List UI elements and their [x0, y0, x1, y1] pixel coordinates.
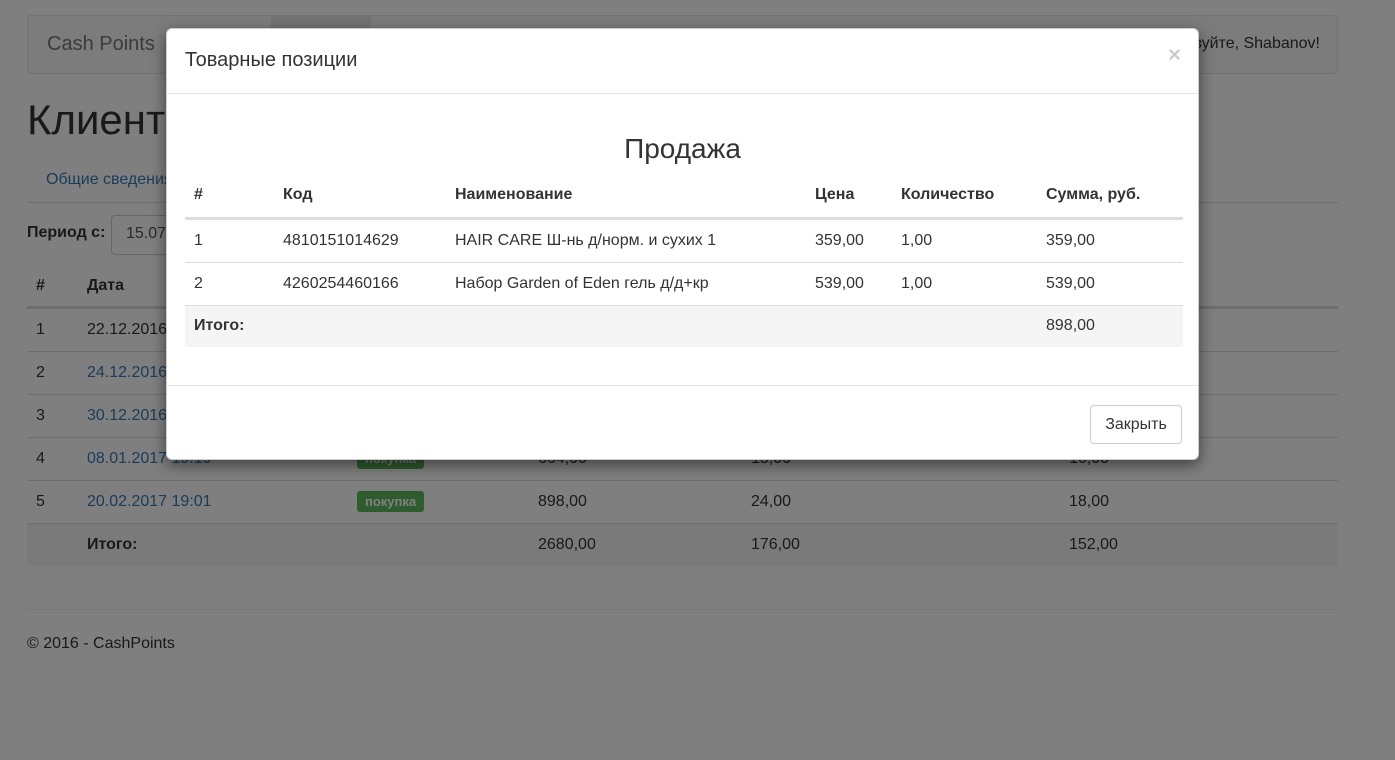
item-sum: 359,00 — [1046, 232, 1095, 249]
items-total-sum: 898,00 — [1046, 317, 1095, 334]
item-num: 1 — [194, 232, 203, 249]
header-name: Наименование — [455, 186, 573, 203]
items-modal: Товарные позиции × Продажа # Код Наимено… — [166, 28, 1199, 460]
item-code: 4260254460166 — [283, 275, 399, 292]
table-row: 1 4810151014629 HAIR CARE Ш-нь д/норм. и… — [185, 219, 1183, 262]
items-table: # Код Наименование Цена Количество Сумма… — [185, 175, 1183, 347]
item-code: 4810151014629 — [283, 232, 399, 249]
item-num: 2 — [194, 275, 203, 292]
header-sum: Сумма, руб. — [1046, 186, 1141, 203]
item-price: 359,00 — [815, 232, 864, 249]
sale-heading: Продажа — [624, 133, 741, 164]
item-qty: 1,00 — [901, 275, 933, 292]
modal-title: Товарные позиции — [185, 49, 358, 71]
modal-header: Товарные позиции × — [167, 29, 1198, 94]
items-total-label: Итого: — [194, 317, 245, 334]
items-total-row: Итого: 898,00 — [185, 305, 1183, 347]
item-sum: 539,00 — [1046, 275, 1095, 292]
close-icon[interactable]: × — [1168, 42, 1181, 68]
header-code: Код — [283, 186, 313, 203]
item-name: HAIR CARE Ш-нь д/норм. и сухих 1 — [455, 232, 717, 249]
item-name: Набор Garden of Eden гель д/д+кр — [455, 275, 709, 292]
item-price: 539,00 — [815, 275, 864, 292]
header-num: # — [194, 186, 203, 203]
header-price: Цена — [815, 186, 855, 203]
items-header-row: # Код Наименование Цена Количество Сумма… — [185, 175, 1183, 219]
item-qty: 1,00 — [901, 232, 933, 249]
close-button[interactable]: Закрыть — [1090, 405, 1182, 444]
table-row: 2 4260254460166 Набор Garden of Eden гел… — [185, 262, 1183, 305]
header-qty: Количество — [901, 186, 995, 203]
modal-footer: Закрыть — [167, 385, 1198, 461]
